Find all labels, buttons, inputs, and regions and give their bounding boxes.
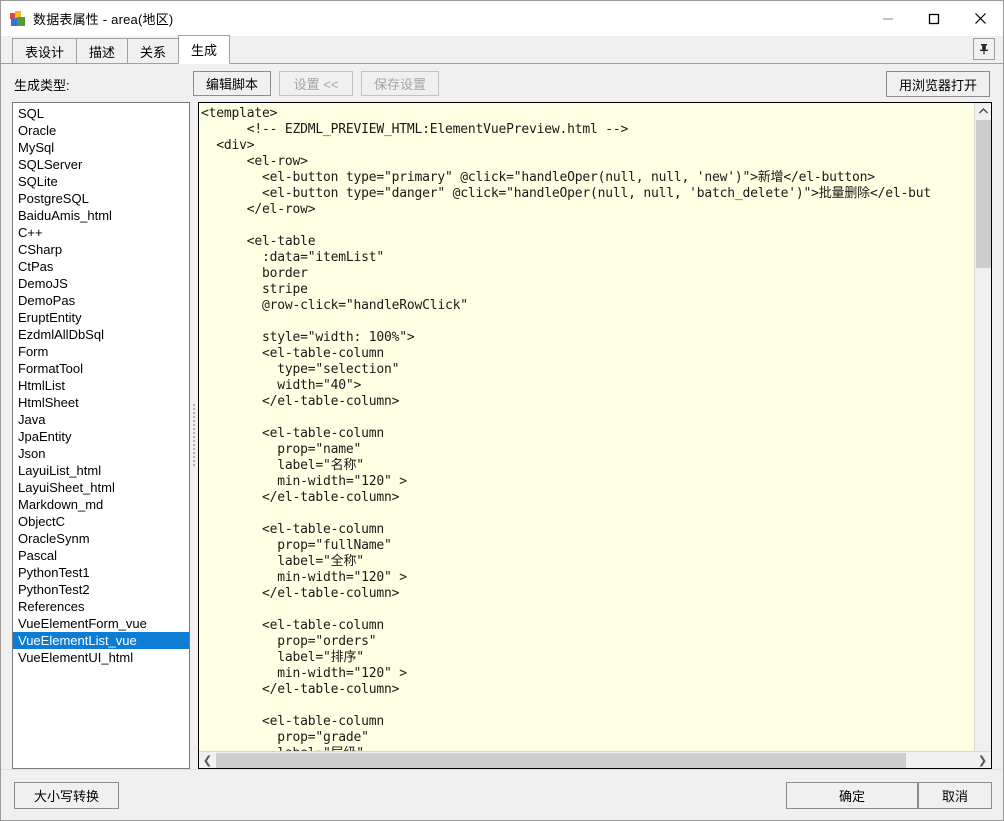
open-in-browser-button[interactable]: 用浏览器打开 (885, 71, 990, 97)
app-data-table-icon (10, 10, 26, 27)
generator-list-item[interactable]: PythonTest1 (13, 564, 189, 581)
generator-list-item[interactable]: SQL (13, 105, 189, 122)
maximize-button[interactable] (911, 1, 957, 36)
tab-strip: 表设计 描述 关系 生成 (1, 35, 1003, 64)
generator-list-item[interactable]: C++ (13, 224, 189, 241)
tab-label: 关系 (140, 44, 167, 60)
generator-list-item[interactable]: Java (13, 411, 189, 428)
settings-button[interactable]: 设置 << (279, 71, 354, 96)
cancel-button[interactable]: 取消 (918, 782, 992, 809)
generator-list-item[interactable]: JpaEntity (13, 428, 189, 445)
generator-list-item[interactable]: Oracle (13, 122, 189, 139)
generator-list-item[interactable]: CtPas (13, 258, 189, 275)
generator-list-item[interactable]: SQLite (13, 173, 189, 190)
code-editor[interactable]: <template> <!-- EZDML_PREVIEW_HTML:Eleme… (199, 103, 974, 751)
generator-list-item[interactable]: FormatTool (13, 360, 189, 377)
generator-list-item[interactable]: VueElementList_vue (13, 632, 189, 649)
generator-list-item[interactable]: References (13, 598, 189, 615)
generator-list-item[interactable]: Markdown_md (13, 496, 189, 513)
panel-splitter[interactable] (190, 102, 198, 769)
generator-list-item[interactable]: Pascal (13, 547, 189, 564)
save-settings-button[interactable]: 保存设置 (361, 71, 440, 96)
tab-label: 生成 (191, 43, 218, 58)
close-button[interactable] (957, 1, 1003, 36)
window-controls (865, 1, 1003, 36)
title-bar: 数据表属性 - area(地区) (1, 1, 1003, 36)
code-text: <template> <!-- EZDML_PREVIEW_HTML:Eleme… (201, 106, 931, 751)
generate-panel: 生成类型: 编辑脚本 设置 << 保存设置 用浏览器打开 SQL Oracle My… (1, 64, 1003, 769)
tab-description[interactable]: 描述 (76, 38, 129, 63)
generator-list-item[interactable]: Form (13, 343, 189, 360)
tab-label: 描述 (89, 44, 116, 60)
scroll-left-arrow-icon[interactable]: ❮ (199, 752, 216, 768)
vertical-scrollbar-thumb[interactable] (976, 120, 991, 268)
edit-script-button[interactable]: 编辑脚本 (193, 71, 272, 96)
code-editor-panel: <template> <!-- EZDML_PREVIEW_HTML:Eleme… (198, 102, 992, 769)
generator-list-item[interactable]: VueElementUI_html (13, 649, 189, 666)
editor-horizontal-scrollbar[interactable]: ❮ ❯ (199, 751, 991, 768)
generator-list-item[interactable]: DemoPas (13, 292, 189, 309)
window-title: 数据表属性 - area(地区) (33, 12, 174, 27)
minimize-button[interactable] (865, 1, 911, 36)
scroll-right-arrow-icon[interactable]: ❯ (974, 752, 991, 768)
editor-vertical-scrollbar[interactable] (974, 103, 991, 751)
toolbar-buttons: 编辑脚本 设置 << 保存设置 (193, 71, 440, 96)
horizontal-scrollbar-thumb[interactable] (216, 752, 906, 768)
generator-list-item[interactable]: DemoJS (13, 275, 189, 292)
toolbar: 生成类型: 编辑脚本 设置 << 保存设置 用浏览器打开 (1, 64, 1003, 102)
tab-table-design[interactable]: 表设计 (12, 38, 78, 63)
generator-type-list[interactable]: SQL Oracle MySql SQLServer SQLite PostgreSQL B… (12, 102, 190, 769)
dialog-window: 数据表属性 - area(地区) 表设计 描述 关系 生成 生成类型: 编辑脚本… (0, 0, 1004, 821)
generator-list-item[interactable]: OracleSynm (13, 530, 189, 547)
generator-list-item[interactable]: LayuiSheet_html (13, 479, 189, 496)
generator-type-list-items: SQL Oracle MySql SQLServer SQLite PostgreSQL B… (13, 103, 189, 666)
generator-list-item[interactable]: HtmlSheet (13, 394, 189, 411)
generator-list-item[interactable]: PythonTest2 (13, 581, 189, 598)
ok-button[interactable]: 确定 (786, 782, 918, 809)
case-convert-button[interactable]: 大小写转换 (14, 782, 119, 809)
pin-icon[interactable] (973, 38, 995, 60)
dialog-footer: 大小写转换 确定 取消 (1, 769, 1003, 820)
generator-list-item[interactable]: PostgreSQL (13, 190, 189, 207)
horizontal-scrollbar-track[interactable] (216, 752, 974, 768)
generator-list-item[interactable]: SQLServer (13, 156, 189, 173)
generator-list-item[interactable]: ObjectC (13, 513, 189, 530)
generator-list-item[interactable]: CSharp (13, 241, 189, 258)
generate-type-label: 生成类型: (14, 78, 70, 93)
tab-label: 表设计 (25, 44, 65, 60)
split-area: SQL Oracle MySql SQLServer SQLite PostgreSQL B… (12, 102, 992, 769)
tab-generate[interactable]: 生成 (178, 35, 231, 64)
generator-list-item[interactable]: Json (13, 445, 189, 462)
scroll-up-arrow-icon[interactable] (975, 103, 991, 119)
generator-list-item[interactable]: LayuiList_html (13, 462, 189, 479)
generator-list-item[interactable]: BaiduAmis_html (13, 207, 189, 224)
generator-list-item[interactable]: EruptEntity (13, 309, 189, 326)
generator-list-item[interactable]: EzdmlAllDbSql (13, 326, 189, 343)
tab-relations[interactable]: 关系 (127, 38, 180, 63)
generator-list-item[interactable]: HtmlList (13, 377, 189, 394)
splitter-grip (193, 403, 195, 468)
generator-list-item[interactable]: MySql (13, 139, 189, 156)
generator-list-item[interactable]: VueElementForm_vue (13, 615, 189, 632)
